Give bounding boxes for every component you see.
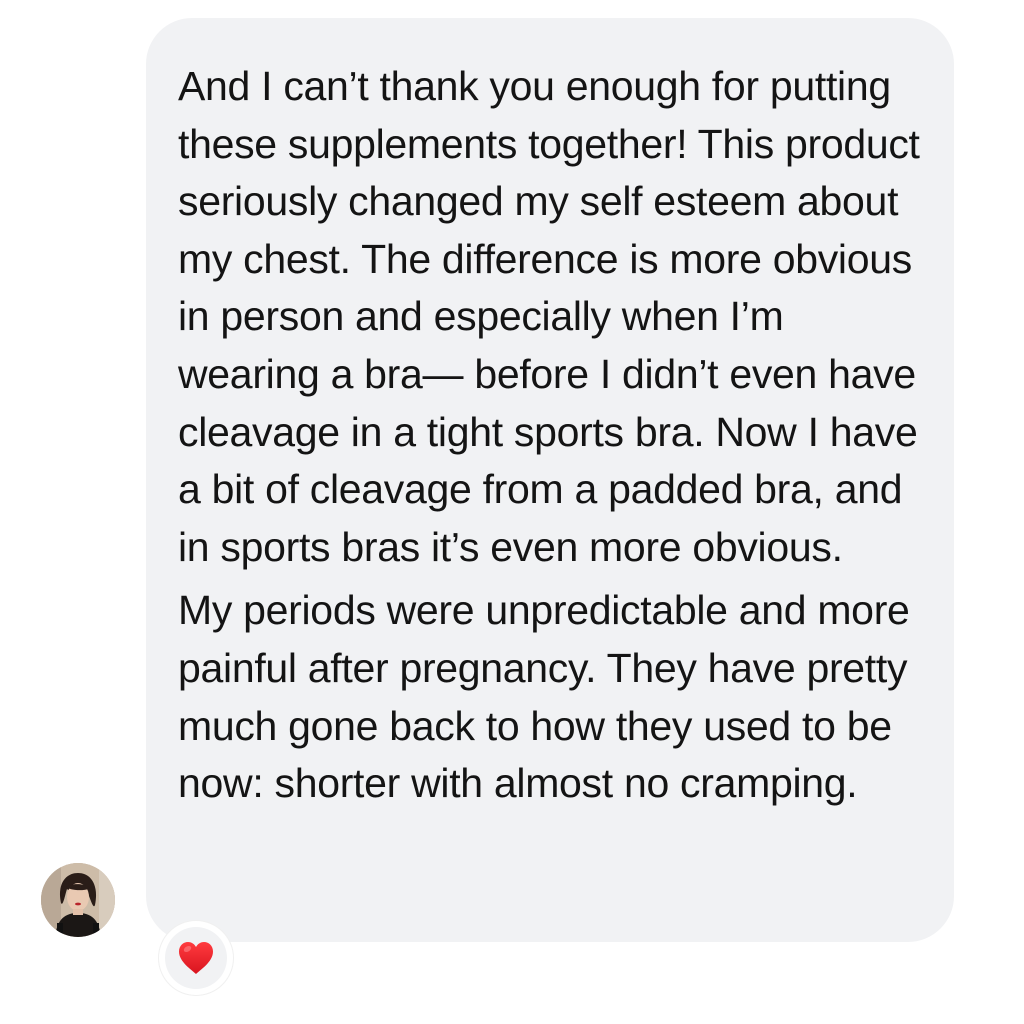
heart-icon	[179, 942, 213, 974]
message-paragraph-2: My periods were unpredictable and more p…	[178, 587, 910, 807]
message-bubble[interactable]: And I can’t thank you enough for putting…	[146, 18, 954, 942]
message-paragraph-1: And I can’t thank you enough for putting…	[178, 63, 920, 570]
reaction-badge[interactable]	[159, 921, 233, 995]
sender-avatar[interactable]	[41, 863, 115, 937]
avatar-photo-icon	[41, 863, 115, 937]
